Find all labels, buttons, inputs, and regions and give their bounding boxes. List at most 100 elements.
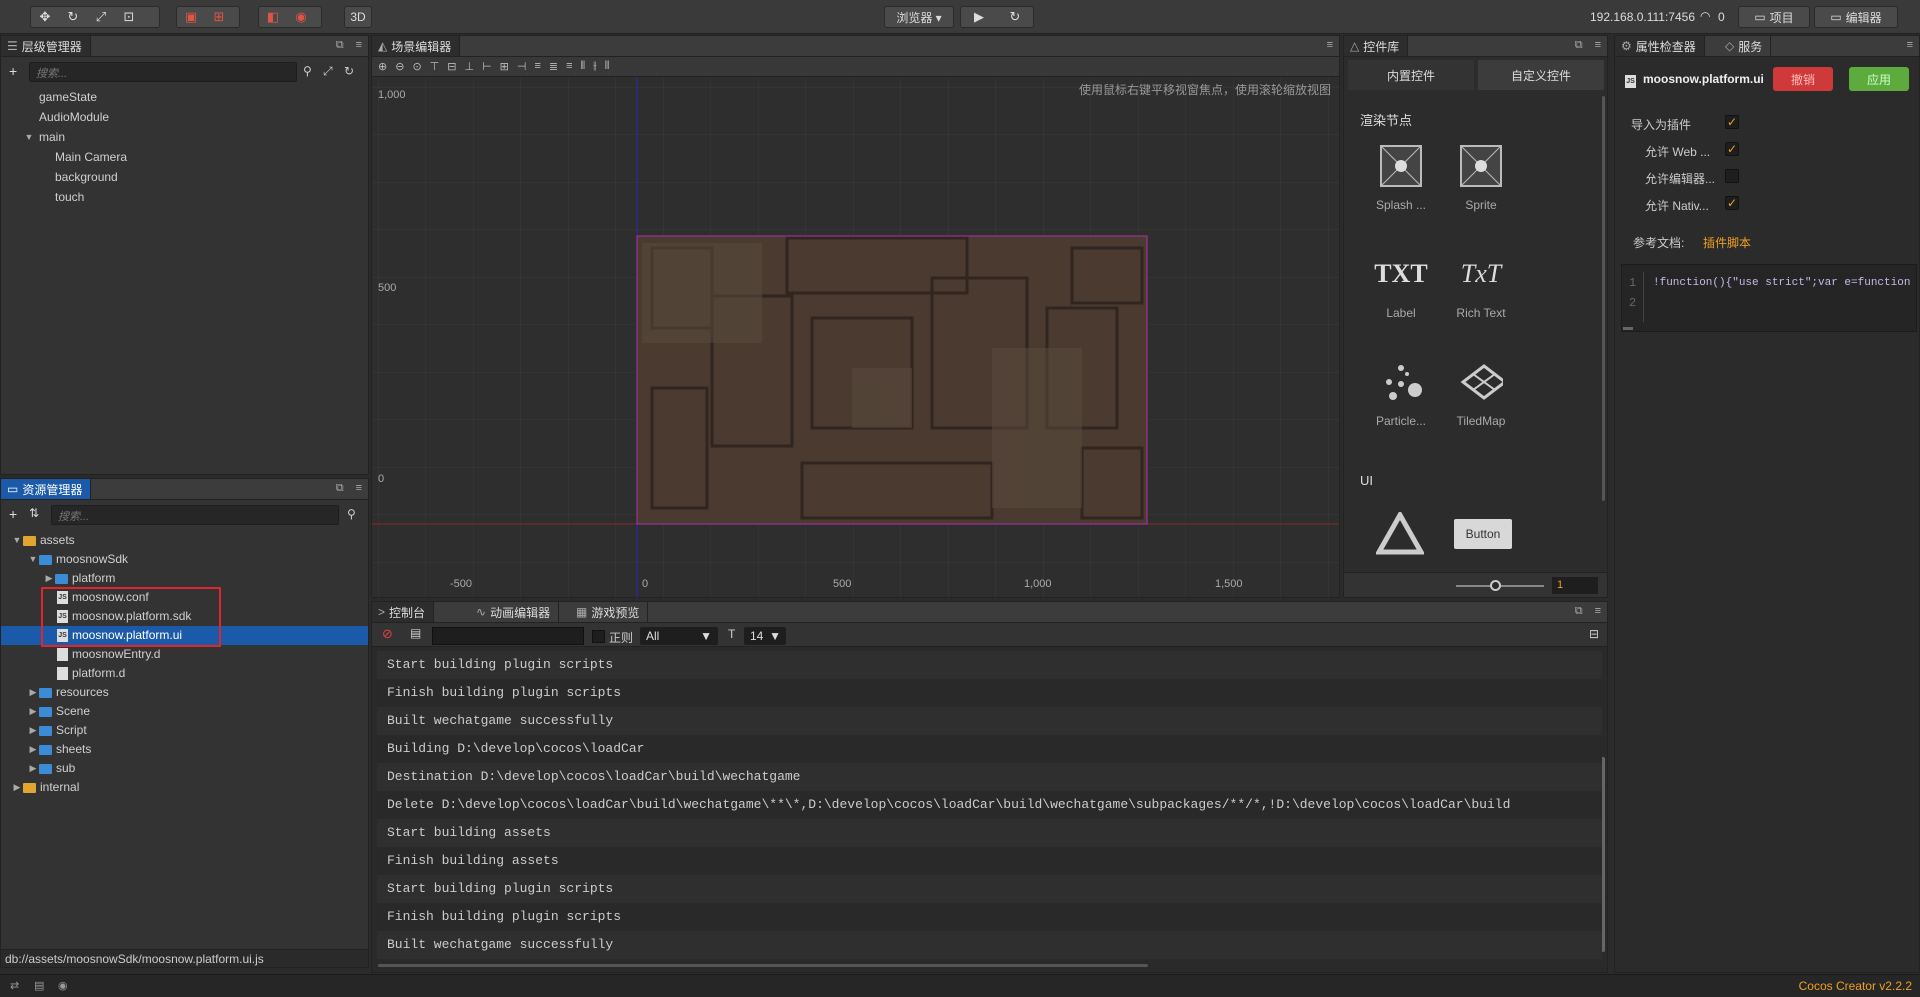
tree-item-folder[interactable]: ▶ Scene xyxy=(27,702,91,721)
pivot-icon[interactable]: ▣ xyxy=(177,7,205,27)
search-icon[interactable]: ⚲ xyxy=(347,507,356,521)
zoom-reset-icon[interactable]: ⊙ xyxy=(412,60,421,73)
tab-custom-widgets[interactable]: 自定义控件 xyxy=(1478,60,1604,90)
console-log-row[interactable]: Start building assets xyxy=(377,819,1602,847)
console-log-row[interactable]: Building D:\develop\cocos\loadCar xyxy=(377,735,1602,763)
widget-label-node[interactable]: TXT Label xyxy=(1366,252,1436,320)
console-log-row[interactable]: Finish building assets xyxy=(377,847,1602,875)
tree-node[interactable]: Main Camera xyxy=(55,148,127,167)
chevron-right-icon[interactable]: ▶ xyxy=(27,702,39,721)
console-log-row[interactable]: Start building plugin scripts xyxy=(377,875,1602,903)
align-right-icon[interactable]: ⊣ xyxy=(517,60,527,73)
tree-item-moosnowsdk[interactable]: ▼ moosnowSdk xyxy=(27,550,129,569)
popout-icon[interactable]: ⧉ xyxy=(336,482,344,495)
console-log-row[interactable]: Finish building plugin scripts xyxy=(377,903,1602,931)
widget-tiledmap[interactable]: TiledMap xyxy=(1446,360,1516,428)
tree-node[interactable]: gameState xyxy=(39,88,97,107)
open-log-icon[interactable]: ▤ xyxy=(410,626,421,640)
tab-scene[interactable]: ◭ 场景编辑器 xyxy=(372,36,461,56)
tree-item-platform[interactable]: ▶ platform xyxy=(43,569,116,588)
code-preview[interactable] xyxy=(1621,264,1917,332)
distribute-vcenter-icon[interactable]: ≣ xyxy=(549,60,558,73)
center-icon[interactable]: ⊞ xyxy=(205,7,233,27)
tab-console[interactable]: > 控制台 xyxy=(372,602,435,622)
popout-icon[interactable]: ⧉ xyxy=(1575,39,1583,52)
menu-icon[interactable]: ≡ xyxy=(1595,605,1601,618)
chevron-down-icon[interactable]: ▼ xyxy=(23,128,35,147)
add-node-icon[interactable]: + xyxy=(9,63,17,79)
chevron-right-icon[interactable]: ▶ xyxy=(27,721,39,740)
tab-assets[interactable]: ▭ 资源管理器 xyxy=(1,479,92,499)
allow-native-checkbox[interactable]: ✓ xyxy=(1725,196,1739,210)
widget-splash[interactable]: Splash ... xyxy=(1366,144,1436,212)
global-coord-icon[interactable]: ◉ xyxy=(287,7,315,27)
console-log-row[interactable]: Finish building plugin scripts xyxy=(377,679,1602,707)
eye-icon[interactable]: ◉ xyxy=(58,979,68,992)
revert-button[interactable]: 撤销 xyxy=(1773,67,1833,91)
tree-node[interactable]: touch xyxy=(55,188,84,207)
tab-animation[interactable]: ∿ 动画编辑器 xyxy=(470,602,560,622)
tab-hierarchy[interactable]: ☰ 层级管理器 xyxy=(1,36,91,56)
console-filter-input[interactable] xyxy=(432,627,584,645)
distribute-right-icon[interactable]: ⫴ xyxy=(605,60,610,73)
scene-grid[interactable] xyxy=(372,78,1339,598)
tree-node[interactable]: AudioModule xyxy=(39,108,109,127)
widget-scrollbar[interactable] xyxy=(1602,96,1605,501)
console-log-row[interactable]: Start building plugin scripts xyxy=(377,651,1602,679)
tree-item-file[interactable]: moosnowEntry.d xyxy=(57,645,160,664)
rotate-tool-icon[interactable]: ↻ xyxy=(59,7,87,27)
widget-canvas[interactable] xyxy=(1374,509,1426,559)
tree-item-folder[interactable]: ▶ Script xyxy=(27,721,87,740)
chevron-right-icon[interactable]: ▶ xyxy=(27,740,39,759)
hierarchy-search-input[interactable]: 搜索... xyxy=(29,62,297,82)
local-coord-icon[interactable]: ◧ xyxy=(259,7,287,27)
allow-web-checkbox[interactable]: ✓ xyxy=(1725,142,1739,156)
menu-icon[interactable]: ≡ xyxy=(356,39,362,52)
distribute-top-icon[interactable]: ≡ xyxy=(534,60,540,73)
tab-service[interactable]: ◇ 服务 xyxy=(1719,36,1772,56)
tree-item-internal[interactable]: ▶ internal xyxy=(11,778,80,797)
rect-tool-icon[interactable]: ⊡ xyxy=(115,7,143,27)
apply-button[interactable]: 应用 xyxy=(1849,67,1909,91)
allow-editor-checkbox[interactable]: ✓ xyxy=(1725,169,1739,183)
collapse-icon[interactable]: ⊟ xyxy=(1589,627,1599,641)
zoom-slider-thumb[interactable] xyxy=(1490,580,1501,591)
distribute-bottom-icon[interactable]: ≡ xyxy=(566,60,572,73)
database-icon[interactable]: ▤ xyxy=(34,979,44,992)
preview-platform-select[interactable]: 浏览器 ▾ xyxy=(884,6,954,28)
distribute-left-icon[interactable]: ⫴ xyxy=(581,60,586,73)
tree-node[interactable]: background xyxy=(55,168,118,187)
zoom-in-icon[interactable]: ⊕ xyxy=(378,60,387,73)
tab-inspector[interactable]: ⚙ 属性检查器 xyxy=(1615,36,1705,56)
ref-doc-link[interactable]: 插件脚本 xyxy=(1703,234,1751,251)
clear-console-icon[interactable]: ⊘ xyxy=(382,626,393,642)
chevron-down-icon[interactable]: ▼ xyxy=(11,531,23,550)
tree-node-main[interactable]: ▼ main xyxy=(23,128,65,147)
chevron-down-icon[interactable]: ▼ xyxy=(27,550,39,569)
sort-icon[interactable]: ⇅ xyxy=(29,506,39,520)
play-icon[interactable]: ▶ xyxy=(961,7,997,27)
tree-item-folder[interactable]: ▶ sub xyxy=(27,759,76,778)
console-log-row[interactable]: Built wechatgame successfully xyxy=(377,707,1602,735)
tree-item-file[interactable]: platform.d xyxy=(57,664,125,683)
distribute-hcenter-icon[interactable]: ⫲ xyxy=(593,60,597,73)
regex-checkbox[interactable] xyxy=(592,630,605,643)
align-left-icon[interactable]: ⊢ xyxy=(482,60,492,73)
refresh-icon[interactable]: ↻ xyxy=(997,7,1033,27)
chevron-right-icon[interactable]: ▶ xyxy=(27,759,39,778)
expand-icon[interactable]: ⤢ xyxy=(323,64,333,79)
menu-icon[interactable]: ≡ xyxy=(356,482,362,495)
console-log-row[interactable]: Destination D:\develop\cocos\loadCar\bui… xyxy=(377,763,1602,791)
chevron-right-icon[interactable]: ▶ xyxy=(43,569,55,588)
align-vcenter-icon[interactable]: ⊟ xyxy=(447,60,456,73)
popout-icon[interactable]: ⧉ xyxy=(1575,605,1583,618)
zoom-out-icon[interactable]: ⊖ xyxy=(395,60,404,73)
move-tool-icon[interactable]: ✥ xyxy=(31,7,59,27)
widget-particle[interactable]: Particle... xyxy=(1366,360,1436,428)
tree-item-folder[interactable]: ▶ resources xyxy=(27,683,109,702)
add-asset-icon[interactable]: + xyxy=(9,506,17,522)
chevron-right-icon[interactable]: ▶ xyxy=(11,778,23,797)
sync-icon[interactable]: ⇄ xyxy=(10,979,19,992)
widget-button[interactable]: Button xyxy=(1454,519,1512,549)
scale-tool-icon[interactable]: ⤢ xyxy=(87,7,115,27)
